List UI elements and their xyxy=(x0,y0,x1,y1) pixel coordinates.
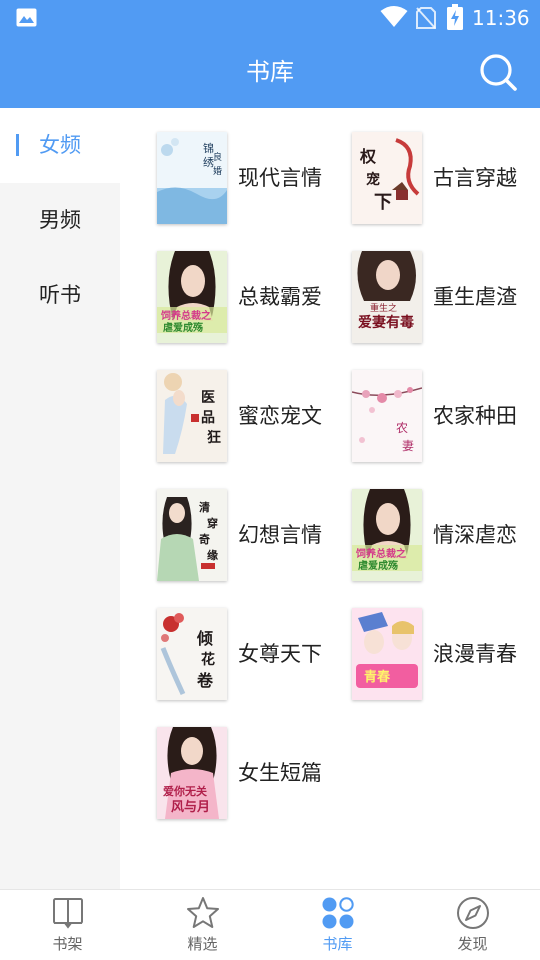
rail-item-female[interactable]: 女频 xyxy=(0,108,120,183)
star-icon xyxy=(187,897,219,928)
book-icon xyxy=(53,898,83,929)
wifi-icon xyxy=(380,6,408,27)
svg-text:缘: 缘 xyxy=(207,548,218,562)
svg-text:虐爱成殇: 虐爱成殇 xyxy=(163,321,203,334)
rail-item-label: 女频 xyxy=(39,133,81,157)
svg-text:医: 医 xyxy=(201,390,215,406)
book-cover: 农 妻 xyxy=(352,370,422,462)
svg-text:清: 清 xyxy=(199,500,210,514)
svg-text:爱妻有毒: 爱妻有毒 xyxy=(358,314,414,331)
nav-label: 书库 xyxy=(322,935,353,953)
svg-text:风与月: 风与月 xyxy=(171,800,210,815)
category-name: 浪漫青春 xyxy=(433,642,517,666)
nav-discover[interactable]: 发现 xyxy=(405,890,540,960)
category-item[interactable]: 饲养总裁之 虐爱成殇 情深虐恋 xyxy=(315,465,517,581)
nav-label: 精选 xyxy=(187,935,218,953)
category-item[interactable]: 锦 绣 良 婚 现代言情 xyxy=(120,108,322,224)
search-icon[interactable] xyxy=(478,52,518,92)
svg-text:饲养总裁之: 饲养总裁之 xyxy=(355,547,406,560)
nav-featured[interactable]: 精选 xyxy=(135,890,270,960)
svg-text:倾: 倾 xyxy=(196,629,213,648)
svg-text:下: 下 xyxy=(374,192,392,213)
nav-library[interactable]: 书库 xyxy=(270,890,405,960)
rail-item-male[interactable]: 男频 xyxy=(0,183,120,258)
category-item[interactable]: 农 妻 农家种田 xyxy=(315,346,517,462)
battery-charging-icon xyxy=(447,4,463,30)
svg-text:农: 农 xyxy=(396,421,408,435)
svg-text:穿: 穿 xyxy=(207,516,218,530)
svg-text:良: 良 xyxy=(213,151,222,163)
book-cover: 饲养总裁之 虐爱成殇 xyxy=(157,251,227,343)
category-item[interactable]: 重生之 爱妻有毒 重生虐渣 xyxy=(315,227,517,343)
no-sim-icon xyxy=(416,7,436,29)
status-time: 11:36 xyxy=(472,6,530,30)
category-name: 蜜恋宠文 xyxy=(238,404,322,428)
category-name: 重生虐渣 xyxy=(433,285,517,309)
category-item[interactable]: 饲养总裁之 虐爱成殇 总裁霸爱 xyxy=(120,227,322,343)
category-name: 情深虐恋 xyxy=(433,523,517,547)
book-cover: 清 穿 奇 缘 xyxy=(157,489,227,581)
bottom-navigation: 书架 精选 书库 发现 xyxy=(0,889,540,960)
svg-text:权: 权 xyxy=(359,147,377,166)
svg-text:重生之: 重生之 xyxy=(370,302,397,314)
svg-text:妻: 妻 xyxy=(402,439,414,453)
category-grid: 锦 绣 良 婚 现代言情 权 宠 下 古言穿越 饲养总裁之 虐爱成殇 总裁霸爱 … xyxy=(120,108,540,890)
book-cover: 倾 花 卷 xyxy=(157,608,227,700)
book-cover: 医 品 狂 xyxy=(157,370,227,462)
category-name: 女生短篇 xyxy=(238,761,322,785)
book-cover: 重生之 爱妻有毒 xyxy=(352,251,422,343)
page-title: 书库 xyxy=(246,58,294,86)
nav-label: 书架 xyxy=(52,935,83,953)
svg-text:花: 花 xyxy=(201,651,215,668)
svg-text:狂: 狂 xyxy=(207,429,221,446)
book-cover: 权 宠 下 xyxy=(352,132,422,224)
svg-text:婚: 婚 xyxy=(213,165,222,177)
svg-text:宠: 宠 xyxy=(366,171,380,188)
grid-circles-icon xyxy=(322,897,354,929)
rail-item-label: 听书 xyxy=(39,283,81,307)
book-cover: 青春 xyxy=(352,608,422,700)
book-cover: 爱你无关 风与月 xyxy=(157,727,227,819)
category-item[interactable]: 爱你无关 风与月 女生短篇 xyxy=(120,703,322,819)
category-item[interactable]: 青春 浪漫青春 xyxy=(315,584,517,700)
svg-text:奇: 奇 xyxy=(199,532,210,546)
rail-item-label: 男频 xyxy=(39,208,81,232)
app-header: 11:36 书库 xyxy=(0,0,540,108)
category-item[interactable]: 倾 花 卷 女尊天下 xyxy=(120,584,322,700)
category-name: 女尊天下 xyxy=(238,642,322,666)
image-notification-icon xyxy=(16,8,37,27)
svg-text:青春: 青春 xyxy=(364,669,391,685)
category-name: 幻想言情 xyxy=(238,523,322,547)
book-cover: 锦 绣 良 婚 xyxy=(157,132,227,224)
svg-text:卷: 卷 xyxy=(196,671,214,690)
category-name: 古言穿越 xyxy=(433,166,517,190)
svg-text:饲养总裁之: 饲养总裁之 xyxy=(160,309,211,322)
rail-item-audiobook[interactable]: 听书 xyxy=(0,258,120,333)
category-rail: 女频 男频 听书 xyxy=(0,108,120,890)
nav-label: 发现 xyxy=(457,935,488,953)
category-name: 农家种田 xyxy=(433,404,517,428)
compass-icon xyxy=(457,897,489,929)
nav-bookshelf[interactable]: 书架 xyxy=(0,890,135,960)
category-name: 现代言情 xyxy=(238,166,322,190)
category-item[interactable]: 医 品 狂 蜜恋宠文 xyxy=(120,346,322,462)
category-name: 总裁霸爱 xyxy=(238,285,322,309)
category-item[interactable]: 清 穿 奇 缘 幻想言情 xyxy=(120,465,322,581)
svg-text:爱你无关: 爱你无关 xyxy=(163,784,207,798)
book-cover: 饲养总裁之 虐爱成殇 xyxy=(352,489,422,581)
svg-text:品: 品 xyxy=(201,410,215,426)
category-item[interactable]: 权 宠 下 古言穿越 xyxy=(315,108,517,224)
svg-text:虐爱成殇: 虐爱成殇 xyxy=(358,559,398,572)
status-bar: 11:36 xyxy=(0,0,540,36)
